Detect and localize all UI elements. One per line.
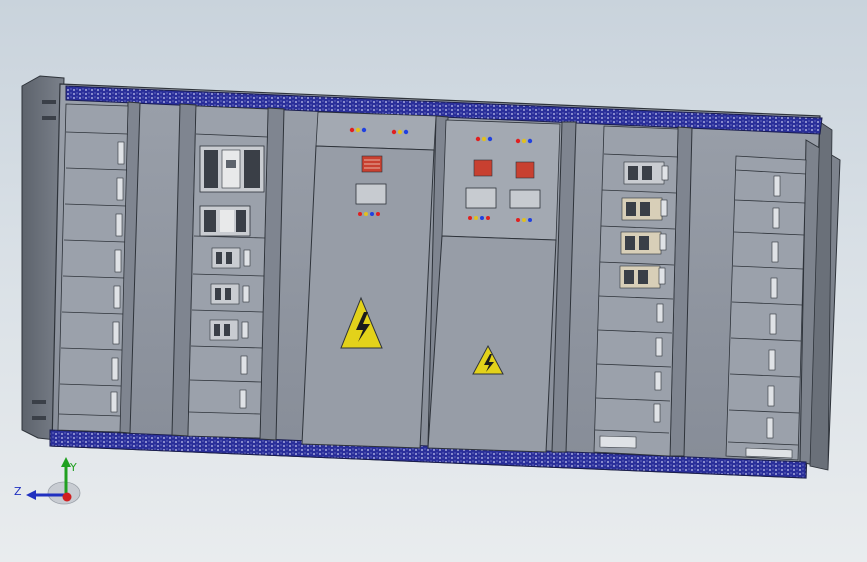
left-end-vent [32,400,46,404]
triad-disc [47,481,81,505]
meter-icon [515,161,535,179]
breaker-column[interactable] [187,105,269,439]
control-door-left[interactable] [301,111,437,449]
left-end-vent [32,416,46,420]
breaker-icon [199,205,251,237]
breaker-icon [199,145,265,193]
display-window [355,183,387,205]
left-end-vent [42,100,56,104]
z-axis-label: Z [14,485,22,498]
left-end-vent [42,116,56,120]
z-axis-arrow [26,490,36,500]
y-axis-label: Y [69,461,77,474]
breaker-column-right[interactable] [593,125,679,457]
drawer-column-right[interactable] [725,155,807,461]
meter-icon [473,159,493,177]
display-window [465,187,497,209]
display-window [509,189,541,209]
drawer-column-left[interactable] [57,103,129,433]
control-door-right[interactable] [427,119,561,453]
x-axis-dot [62,492,72,502]
coordinate-triad-icon: Y Z [14,457,81,505]
cad-viewport[interactable] [0,0,867,562]
switchgear-assembly[interactable] [21,75,841,479]
